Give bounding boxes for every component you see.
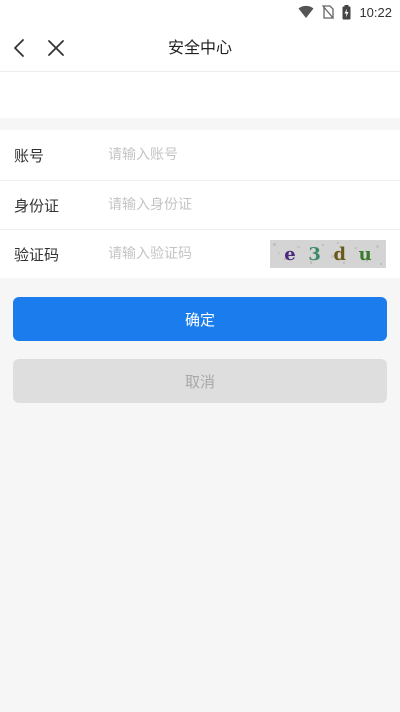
captcha-row: 验证码 e3du	[0, 229, 400, 278]
account-label: 账号	[14, 146, 45, 165]
status-time: 10:22	[359, 4, 392, 20]
status-bar: 10:22	[0, 0, 400, 24]
navigation-bar: 安全中心	[0, 24, 400, 72]
security-form: 账号 身份证 验证码 e3du	[0, 130, 400, 278]
wifi-icon	[298, 5, 314, 18]
banner-area	[0, 72, 400, 118]
captcha-char: e	[284, 243, 296, 265]
cancel-button[interactable]: 取消	[13, 359, 387, 403]
back-button[interactable]	[8, 36, 32, 60]
no-sim-icon	[322, 5, 335, 19]
captcha-char: 3	[308, 243, 321, 265]
captcha-image[interactable]: e3du	[270, 240, 386, 268]
id-card-row: 身份证	[0, 180, 400, 229]
chevron-left-icon	[14, 39, 24, 57]
confirm-button[interactable]: 确定	[13, 297, 387, 341]
captcha-char: u	[358, 243, 372, 265]
id-card-label: 身份证	[14, 196, 60, 215]
battery-charging-icon	[342, 4, 351, 19]
account-input[interactable]	[108, 147, 268, 163]
close-button[interactable]	[44, 36, 68, 60]
captcha-input[interactable]	[108, 246, 268, 262]
captcha-label: 验证码	[14, 245, 60, 264]
account-row: 账号	[0, 130, 400, 180]
captcha-char: d	[333, 243, 347, 265]
captcha-characters: e3du	[270, 240, 386, 268]
close-icon	[48, 40, 64, 56]
id-card-input[interactable]	[108, 197, 268, 213]
